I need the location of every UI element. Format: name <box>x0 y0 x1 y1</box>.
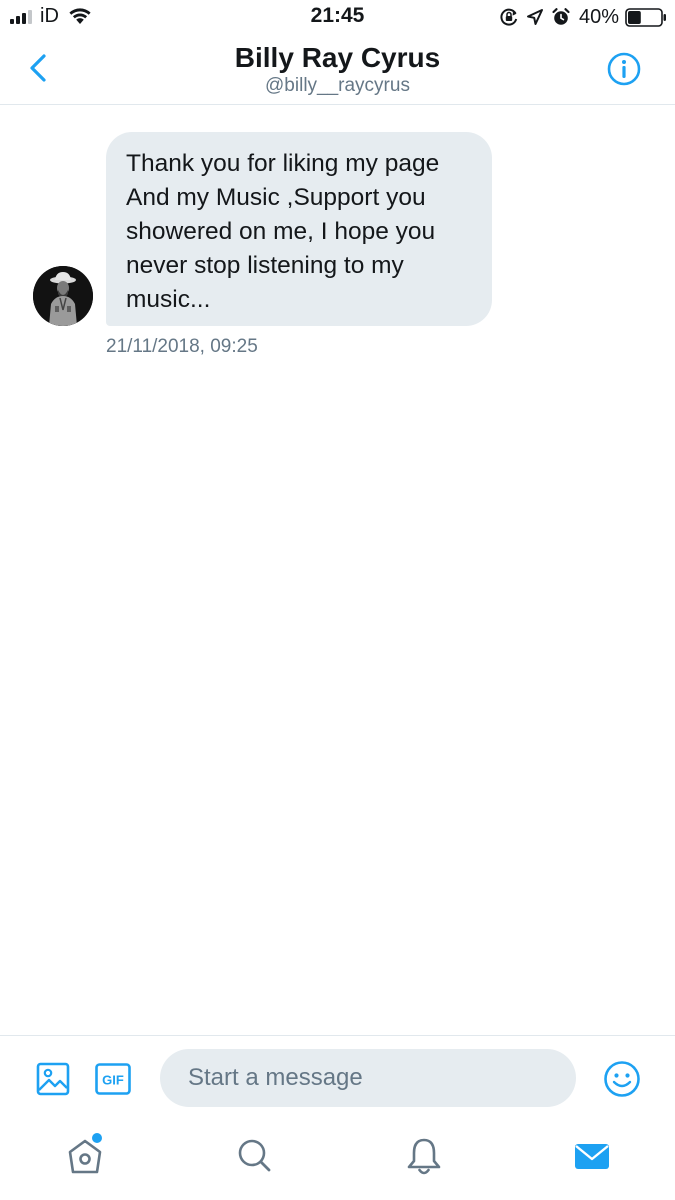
emoji-button[interactable] <box>603 1060 641 1098</box>
battery-icon <box>625 7 666 27</box>
message-input[interactable] <box>160 1049 576 1107</box>
info-icon <box>607 52 641 86</box>
conversation-header: Billy Ray Cyrus @billy__raycyrus <box>0 36 675 105</box>
conversation-handle: @billy__raycyrus <box>265 75 410 96</box>
gif-button[interactable]: GIF <box>95 1063 131 1095</box>
tab-messages[interactable] <box>572 1135 612 1177</box>
bell-icon <box>407 1138 441 1175</box>
location-arrow-icon <box>526 9 543 25</box>
search-icon <box>238 1139 271 1172</box>
add-media-button[interactable] <box>36 1062 70 1096</box>
emoji-icon <box>604 1061 640 1097</box>
home-notification-dot <box>92 1133 102 1143</box>
message-timestamp: 21/11/2018, 09:25 <box>106 336 258 357</box>
avatar[interactable] <box>33 266 93 326</box>
tab-bar <box>0 1121 675 1200</box>
tab-notifications[interactable] <box>404 1135 444 1177</box>
gif-label: GIF <box>102 1073 124 1088</box>
info-button[interactable] <box>607 52 641 86</box>
alarm-icon <box>552 8 570 25</box>
conversation-title[interactable]: Billy Ray Cyrus <box>0 42 675 74</box>
envelope-icon <box>575 1144 609 1169</box>
tab-search[interactable] <box>234 1135 274 1177</box>
image-icon <box>36 1062 70 1096</box>
profile-photo <box>33 266 93 326</box>
battery-percent: 40% <box>578 5 619 28</box>
gif-icon: GIF <box>95 1063 131 1095</box>
orientation-lock-icon <box>500 8 518 26</box>
status-bar: iD 21:45 40% <box>0 0 675 36</box>
message-composer: GIF <box>0 1035 675 1122</box>
message-bubble[interactable]: Thank you for liking my page And my Musi… <box>106 132 492 326</box>
status-right-group: 40% <box>499 4 667 30</box>
